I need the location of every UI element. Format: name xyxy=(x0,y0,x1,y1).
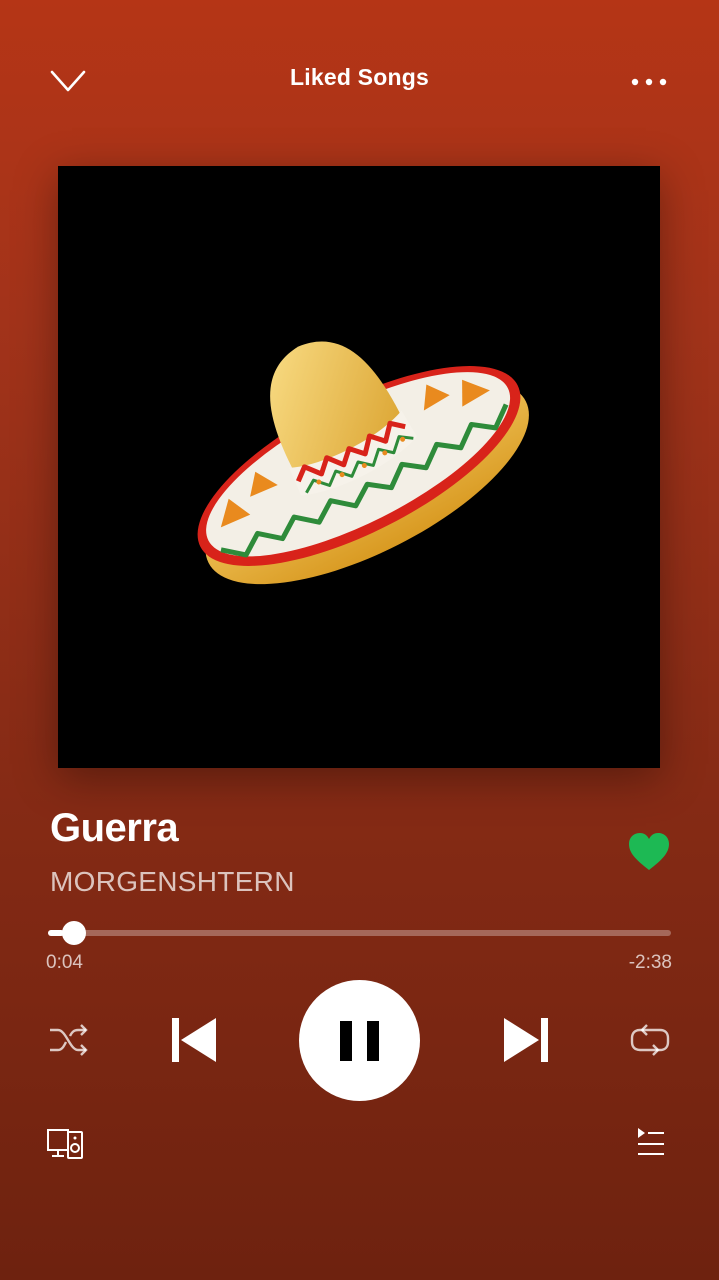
progress-bar[interactable] xyxy=(48,921,671,945)
next-icon xyxy=(504,1018,548,1062)
next-track-button[interactable] xyxy=(500,1014,552,1066)
devices-icon xyxy=(47,1129,83,1159)
track-title[interactable]: Guerra xyxy=(50,806,179,851)
pause-icon xyxy=(340,1021,379,1061)
heart-filled-icon xyxy=(629,833,669,870)
repeat-button[interactable] xyxy=(628,1018,672,1062)
sombrero-icon xyxy=(197,341,529,585)
playlist-context-title: Liked Songs xyxy=(290,64,429,90)
remaining-time: -2:38 xyxy=(628,952,672,973)
shuffle-button[interactable] xyxy=(46,1018,92,1062)
elapsed-time: 0:04 xyxy=(46,952,83,973)
queue-icon xyxy=(638,1128,664,1155)
queue-button[interactable] xyxy=(634,1126,668,1160)
more-options-icon xyxy=(631,78,667,86)
pause-button[interactable] xyxy=(299,980,420,1101)
previous-track-button[interactable] xyxy=(168,1014,220,1066)
artist-name[interactable]: MORGENSHTERN xyxy=(50,866,295,898)
like-button[interactable] xyxy=(626,830,672,874)
shuffle-icon xyxy=(50,1024,88,1056)
repeat-icon xyxy=(630,1024,670,1056)
previous-icon xyxy=(172,1018,216,1062)
album-cover xyxy=(58,166,660,768)
more-options-button[interactable] xyxy=(624,66,674,96)
connect-devices-button[interactable] xyxy=(46,1126,86,1162)
progress-handle[interactable] xyxy=(61,921,86,945)
